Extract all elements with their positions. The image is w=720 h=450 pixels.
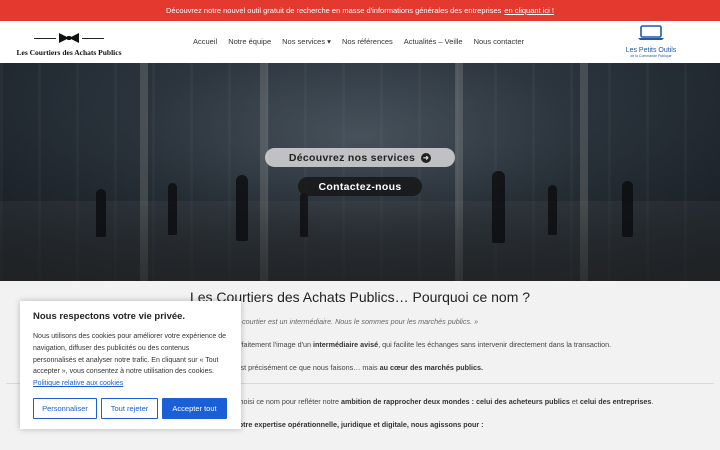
nav-contact[interactable]: Nous contacter: [474, 37, 524, 46]
nav-actualites[interactable]: Actualités – Veille: [404, 37, 463, 46]
paragraph-3: Nous avons choisi ce nom pour refléter n…: [196, 397, 653, 406]
p2-text: C'est précisément ce que nous faisons… m…: [230, 363, 378, 372]
hero-decor: [622, 181, 633, 237]
nav-equipe[interactable]: Notre équipe: [228, 37, 271, 46]
p3-bold: ambition de rapprocher deux mondes: [341, 397, 470, 406]
announcement-text: Découvrez notre nouvel outil gratuit de …: [166, 6, 502, 15]
hero-decor: [236, 175, 248, 241]
chevron-down-icon: ▾: [327, 37, 331, 46]
hero-banner: Découvrez nos services ➜ Contactez-nous: [0, 63, 720, 281]
logo-line-left: [34, 38, 56, 39]
p1-text-end: , qui facilite les échanges sans interve…: [378, 340, 612, 349]
announcement-bar: Découvrez notre nouvel outil gratuit de …: [0, 0, 720, 21]
services-button[interactable]: Découvrez nos services ➜: [265, 148, 455, 167]
main-nav: Accueil Notre équipe Nos services ▾ Nos …: [193, 37, 524, 46]
services-button-label: Découvrez nos services: [288, 151, 416, 164]
contact-button[interactable]: Contactez-nous: [298, 177, 422, 196]
hero-decor: [492, 171, 505, 243]
laptop-icon: [638, 25, 664, 40]
nav-accueil[interactable]: Accueil: [193, 37, 217, 46]
p4-bold: Grâce à notre expertise opérationnelle, …: [206, 420, 484, 429]
cookie-customize-button[interactable]: Personnaliser: [33, 398, 97, 419]
partner-label: Les Petits Outils: [625, 47, 677, 54]
paragraph-2: C'est précisément ce que nous faisons… m…: [230, 363, 483, 372]
nav-services-label: Nos services: [282, 37, 326, 46]
p3-and: et: [571, 397, 578, 406]
nav-references[interactable]: Nos références: [342, 37, 393, 46]
hero-decor: [168, 183, 177, 235]
p3-bold-2: : celui des acheteurs publics: [471, 397, 570, 406]
logo-line-right: [82, 38, 104, 39]
cookie-body: Nous utilisons des cookies pour améliore…: [33, 333, 226, 376]
partner-sub: de la Commande Publique: [630, 54, 672, 58]
arrow-right-icon: ➜: [421, 152, 432, 163]
cookie-policy-link[interactable]: Politique relative aux cookies: [33, 380, 123, 387]
p3-bold-3: celui des entreprises: [579, 397, 652, 406]
paragraph-4: Grâce à notre expertise opérationnelle, …: [206, 420, 484, 429]
paragraph-1: Il incarne parfaitement l'image d'un int…: [200, 340, 611, 349]
logo-name: Les Courtiers des Achats Publics: [16, 48, 122, 57]
p3-end: .: [651, 397, 654, 406]
quote-text: « Le courtier est un intermédiaire. Nous…: [226, 317, 479, 326]
hero-decor: [0, 201, 720, 281]
announcement-link[interactable]: en cliquant ici !: [504, 6, 554, 15]
hero-decor: [300, 193, 308, 237]
bow-tie-icon: [59, 33, 79, 43]
cookie-accept-button[interactable]: Accepter tout: [162, 398, 227, 419]
cookie-banner: Nous respectons votre vie privée. Nous u…: [20, 301, 241, 429]
p1-bold: intermédiaire avisé: [313, 340, 379, 349]
hero-decor: [548, 185, 557, 235]
cookie-title: Nous respectons votre vie privée.: [33, 311, 186, 322]
p2-bold: au cœur des marchés publics.: [379, 363, 484, 372]
cookie-reject-button[interactable]: Tout rejeter: [101, 398, 158, 419]
cookie-text: Nous utilisons des cookies pour améliore…: [33, 331, 233, 390]
site-header: Les Courtiers des Achats Publics Accueil…: [0, 21, 720, 63]
nav-services[interactable]: Nos services ▾: [282, 37, 331, 46]
partner-logo[interactable]: Les Petits Outils de la Commande Publiqu…: [622, 25, 680, 61]
site-logo[interactable]: Les Courtiers des Achats Publics: [14, 29, 124, 57]
hero-decor: [96, 189, 106, 237]
